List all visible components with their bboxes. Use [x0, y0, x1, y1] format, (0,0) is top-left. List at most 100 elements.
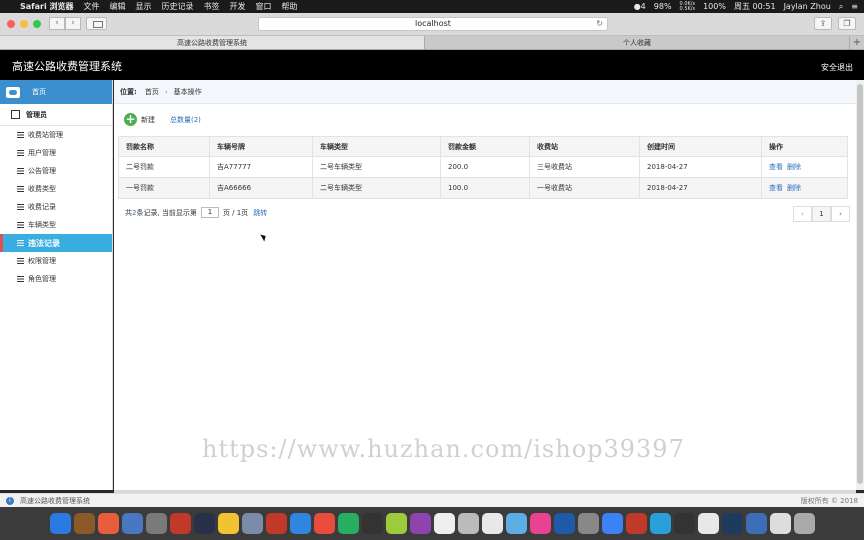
sidebar-item-violations[interactable]: 违法记录 — [0, 234, 112, 252]
bell-icon[interactable]: ●4 — [634, 2, 646, 11]
sidebar-item-label: 收费站管理 — [28, 131, 63, 139]
battery-extra: 98% — [653, 2, 672, 11]
share-icon[interactable]: ⇪ — [814, 17, 832, 30]
history-nav: ‹ › — [49, 17, 81, 30]
app-menu[interactable]: Safari 浏览器 — [20, 1, 74, 12]
window-controls — [7, 20, 41, 28]
vertical-scrollbar[interactable] — [856, 80, 864, 490]
back-button[interactable]: ‹ — [49, 17, 65, 30]
dock-app-icon[interactable] — [241, 513, 263, 534]
sidebar-item-announcements[interactable]: 公告管理 — [0, 162, 112, 180]
sidebar-item-roles[interactable]: 角色管理 — [0, 270, 112, 288]
dock-app-icon[interactable] — [337, 513, 359, 534]
spotlight-icon[interactable]: ⌕ — [839, 2, 843, 12]
add-icon[interactable]: + — [124, 113, 137, 126]
dock-app-icon[interactable] — [49, 513, 71, 534]
sidebar-item-fee-types[interactable]: 收费类型 — [0, 180, 112, 198]
sidebar-item-fee-records[interactable]: 收费记录 — [0, 198, 112, 216]
delete-link[interactable]: 删除 — [787, 163, 801, 171]
logout-link[interactable]: 安全退出 — [821, 62, 853, 73]
total-count-link[interactable]: 总数量(2) — [170, 115, 201, 125]
dock-app-icon[interactable] — [769, 513, 791, 534]
dock-app-icon[interactable] — [745, 513, 767, 534]
tab-favorites[interactable]: 个人收藏 — [425, 36, 850, 49]
dock-app-icon[interactable] — [457, 513, 479, 534]
prev-page-button[interactable]: ‹ — [793, 206, 812, 222]
address-bar[interactable]: localhost ↻ — [258, 17, 608, 31]
dock-app-icon[interactable] — [577, 513, 599, 534]
battery-status[interactable]: 100% — [703, 2, 726, 11]
sidebar-item-users[interactable]: 用户管理 — [0, 144, 112, 162]
menu-file[interactable]: 文件 — [84, 1, 100, 12]
clock[interactable]: 周五 00:51 — [734, 1, 776, 12]
sidebar-item-permissions[interactable]: 权限管理 — [0, 252, 112, 270]
dock-app-icon[interactable] — [385, 513, 407, 534]
dock-app-icon[interactable] — [553, 513, 575, 534]
col-fine-name: 罚款名称 — [118, 136, 210, 157]
next-page-button[interactable]: › — [831, 206, 850, 222]
dock-app-icon[interactable] — [97, 513, 119, 534]
cell-station: 三号收费站 — [529, 156, 640, 178]
dock-app-icon[interactable] — [409, 513, 431, 534]
network-up: 0.5K/s — [679, 5, 696, 12]
page-number-input[interactable]: 1 — [200, 207, 219, 218]
dock-app-icon[interactable] — [145, 513, 167, 534]
dock-app-icon[interactable] — [289, 513, 311, 534]
menu-window[interactable]: 窗口 — [256, 1, 272, 12]
close-window-button[interactable] — [7, 20, 15, 28]
dock-app-icon[interactable] — [793, 513, 815, 534]
reload-icon[interactable]: ↻ — [596, 18, 603, 30]
delete-link[interactable]: 删除 — [787, 184, 801, 192]
dock-app-icon[interactable] — [505, 513, 527, 534]
forward-button[interactable]: › — [65, 17, 81, 30]
menu-develop[interactable]: 开发 — [230, 1, 246, 12]
pager-info: 共 2 条记录, 当前显示第 1 页 / 1页 跳转 — [125, 207, 267, 218]
dock-app-icon[interactable] — [673, 513, 695, 534]
dock-app-icon[interactable] — [361, 513, 383, 534]
dock-app-icon[interactable] — [313, 513, 335, 534]
sidebar-section-admin[interactable]: 管理员 — [0, 104, 112, 126]
dock-app-icon[interactable] — [169, 513, 191, 534]
notification-count: 4 — [640, 2, 646, 11]
sidebar-item-toll-stations[interactable]: 收费站管理 — [0, 126, 112, 144]
page-button[interactable]: 1 — [812, 206, 831, 222]
dock-app-icon[interactable] — [217, 513, 239, 534]
dock-app-icon[interactable] — [265, 513, 287, 534]
pager-total-pages: 页 / 1页 — [222, 208, 249, 217]
tab-highway-system[interactable]: 高速公路收费管理系统 — [0, 36, 425, 49]
show-tabs-icon[interactable]: ❐ — [838, 17, 856, 30]
sidebar-toggle-icon[interactable] — [86, 17, 107, 30]
view-link[interactable]: 查看 — [769, 184, 783, 192]
menu-help[interactable]: 帮助 — [282, 1, 298, 12]
dock-app-icon[interactable] — [121, 513, 143, 534]
new-button[interactable]: 新建 — [141, 115, 155, 125]
menu-edit[interactable]: 编辑 — [110, 1, 126, 12]
menu-bookmarks[interactable]: 书签 — [204, 1, 220, 12]
dock-app-icon[interactable] — [625, 513, 647, 534]
menu-view[interactable]: 显示 — [136, 1, 152, 12]
menu-history[interactable]: 历史记录 — [162, 1, 194, 12]
new-tab-icon[interactable]: + — [850, 36, 864, 49]
dock-app-icon[interactable] — [433, 513, 455, 534]
dock-app-icon[interactable] — [529, 513, 551, 534]
dock-app-icon[interactable] — [601, 513, 623, 534]
zoom-window-button[interactable] — [33, 20, 41, 28]
sidebar-item-vehicle-types[interactable]: 车辆类型 — [0, 216, 112, 234]
dock-app-icon[interactable] — [649, 513, 671, 534]
dock-app-icon[interactable] — [481, 513, 503, 534]
browser-tabbar: 高速公路收费管理系统 个人收藏 + — [0, 36, 864, 50]
breadcrumb-home[interactable]: 首页 — [145, 87, 159, 97]
dock-app-icon[interactable] — [697, 513, 719, 534]
dock-app-icon[interactable] — [73, 513, 95, 534]
app-footer: i 高速公路收费管理系统 版权所有 © 2018 — [0, 493, 864, 507]
notification-center-icon[interactable]: ≡ — [851, 2, 858, 11]
user-menu[interactable]: Jaylan Zhou — [784, 2, 831, 11]
view-link[interactable]: 查看 — [769, 163, 783, 171]
dock-app-icon[interactable] — [193, 513, 215, 534]
jump-button[interactable]: 跳转 — [253, 208, 267, 218]
minimize-window-button[interactable] — [20, 20, 28, 28]
dock-app-icon[interactable] — [721, 513, 743, 534]
watermark-text: https://www.huzhan.com/ishop39397 — [202, 435, 685, 463]
scrollbar-thumb[interactable] — [857, 84, 863, 484]
sidebar-home[interactable]: 首页 — [0, 80, 112, 104]
